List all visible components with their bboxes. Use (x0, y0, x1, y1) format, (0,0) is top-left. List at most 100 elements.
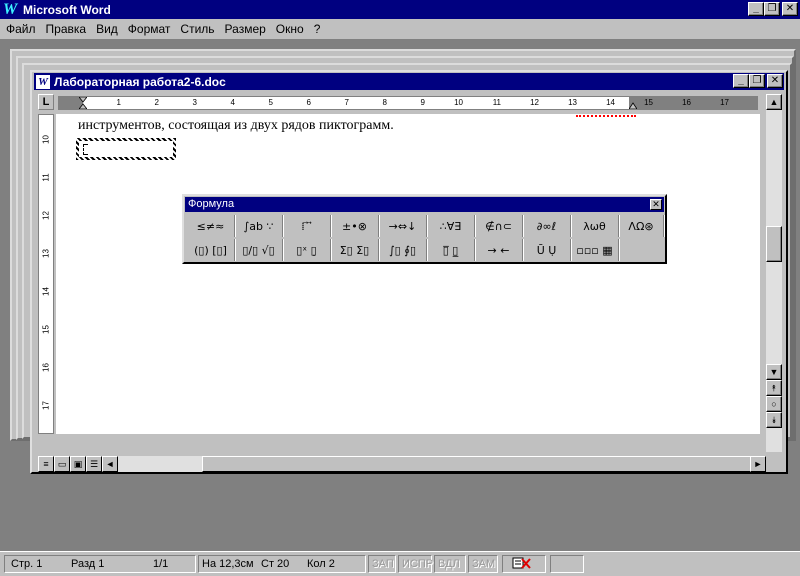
ruler-number: 14 (41, 287, 51, 296)
status-section: Разд 1 (71, 558, 105, 570)
ruler-number: 14 (606, 98, 615, 107)
ruler-number: 12 (41, 211, 51, 220)
menu-style[interactable]: Стиль (175, 22, 219, 36)
scroll-down-button[interactable]: ▼ (766, 364, 782, 380)
menu-file[interactable]: Файл (1, 22, 41, 36)
fences-template-button[interactable]: (▯) [▯] (187, 239, 235, 261)
relations-palette-button[interactable]: ≤≠≈ (187, 215, 235, 237)
spelling-status-icon[interactable] (511, 556, 533, 570)
document-title: Лабораторная работа2-6.doc (54, 74, 226, 89)
normal-view-button[interactable]: ≡ (38, 456, 54, 472)
document-titlebar[interactable]: W Лабораторная работа2-6.doc _ ❐ ✕ (34, 73, 784, 90)
status-track-changes[interactable]: ИСПР (398, 555, 433, 573)
next-page-button[interactable]: ⯯ (766, 412, 782, 428)
products-template-button[interactable]: Ū Ụ (523, 239, 571, 261)
embellishments-palette-button[interactable]: ⁞ ⃗ ⃗ (283, 215, 331, 237)
menu-window[interactable]: Окно (271, 22, 309, 36)
arrows-palette-button[interactable]: →⇔↓ (379, 215, 427, 237)
scroll-right-button[interactable]: ► (750, 456, 766, 472)
formula-templates-row: (▯) [▯] ▯/▯ √▯ ▯ˣ ▯̣ Σ▯ Σ▯ ∫▯ ∮▯ ▯̅ ▯̲ →… (187, 239, 619, 261)
status-at: На 12,3см (202, 558, 254, 570)
status-record-macro[interactable]: ЗАП (368, 555, 396, 573)
document-icon[interactable]: W (36, 74, 50, 89)
formula-toolbar-close-button[interactable]: ✕ (650, 199, 662, 210)
ruler-number: 17 (41, 401, 51, 410)
doc-minimize-button[interactable]: _ (733, 74, 749, 88)
ruler-number: 11 (492, 98, 501, 107)
vertical-ruler[interactable]: 10 11 12 13 14 15 16 17 (38, 114, 54, 434)
menu-view[interactable]: Вид (91, 22, 123, 36)
status-cursor-cell[interactable]: На 12,3см Ст 20 Кол 2 (198, 555, 366, 573)
set-theory-palette-button[interactable]: ∉∩⊂ (475, 215, 523, 237)
mdi-workspace: W Лабораторная работа2-6.doc _ ❐ ✕ L 1 2… (0, 39, 800, 551)
equation-object[interactable] (76, 138, 176, 160)
script-template-button[interactable]: ▯ˣ ▯̣ (283, 239, 331, 261)
status-pages: 1/1 (153, 558, 169, 570)
matrix-template-button[interactable]: ▫▫▫ ▦ (571, 239, 619, 261)
status-empty-cell (550, 555, 584, 573)
ruler-number: 16 (41, 363, 51, 372)
formula-toolbar-title-text: Формула (188, 198, 235, 210)
doc-restore-button[interactable]: ❐ (749, 74, 765, 88)
minimize-button[interactable]: _ (748, 2, 764, 16)
formula-toolbar-title[interactable]: Формула ✕ (185, 197, 664, 212)
labeled-arrow-template-button[interactable]: → ← (475, 239, 523, 261)
misc-symbols-palette-button[interactable]: ∂∞ℓ (523, 215, 571, 237)
menu-format[interactable]: Формат (123, 22, 176, 36)
statusbar: Стр. 1 Разд 1 1/1 На 12,3см Ст 20 Кол 2 … (0, 551, 800, 576)
greek-upper-palette-button[interactable]: ΛΩ⊛ (619, 215, 664, 237)
restore-button[interactable]: ❐ (764, 2, 780, 16)
horizontal-scrollbar[interactable]: ≡ ▭ ▣ ☰ ◄ ► (38, 456, 766, 472)
document-window: W Лабораторная работа2-6.doc _ ❐ ✕ L 1 2… (30, 70, 788, 474)
status-page: Стр. 1 (11, 558, 43, 570)
outline-view-button[interactable]: ☰ (86, 456, 102, 472)
prev-page-button[interactable]: ⯭ (766, 380, 782, 396)
word-logo-icon: W (3, 0, 18, 18)
doc-close-button[interactable]: ✕ (767, 74, 783, 88)
ruler-number: 15 (644, 98, 653, 107)
integral-template-button[interactable]: ∫▯ ∮▯ (379, 239, 427, 261)
select-browse-object-button[interactable]: ○ (766, 396, 782, 412)
status-position-cell[interactable]: Стр. 1 Разд 1 1/1 (4, 555, 196, 573)
status-overtype[interactable]: ЗАМ (468, 555, 498, 573)
app-title: Microsoft Word (23, 2, 111, 17)
page-layout-view-button[interactable]: ▣ (70, 456, 86, 472)
web-layout-view-button[interactable]: ▭ (54, 456, 70, 472)
tab-stop-selector[interactable]: L (38, 94, 54, 110)
vertical-scroll-thumb[interactable] (766, 226, 782, 262)
menu-size[interactable]: Размер (220, 22, 271, 36)
summation-template-button[interactable]: Σ▯ Σ▯ (331, 239, 379, 261)
ruler-number: 13 (568, 98, 577, 107)
ruler-number: 10 (454, 98, 463, 107)
scroll-left-button[interactable]: ◄ (102, 456, 118, 472)
ruler-number: 17 (720, 98, 729, 107)
ruler-number: 16 (682, 98, 691, 107)
bar-template-button[interactable]: ▯̅ ▯̲ (427, 239, 475, 261)
formula-symbols-row: ≤≠≈ ∫ab ∵ ⁞ ⃗ ⃗ ±•⊗ →⇔↓ ∴∀∃ ∉∩⊂ ∂∞ℓ λωθ … (187, 215, 664, 237)
ruler-number: 6 (306, 98, 311, 107)
spelling-mark (576, 114, 636, 117)
document-window-controls: _ ❐ ✕ (733, 74, 783, 88)
operators-palette-button[interactable]: ±•⊗ (331, 215, 379, 237)
menu-edit[interactable]: Правка (41, 22, 92, 36)
scroll-up-button[interactable]: ▲ (766, 94, 782, 110)
horizontal-ruler[interactable]: 1 2 3 4 5 6 7 8 9 10 11 12 13 14 15 16 1… (58, 96, 758, 110)
horizontal-scroll-thumb[interactable] (202, 456, 757, 472)
vertical-scrollbar[interactable]: ▲ ▼ ⯭ ○ ⯯ (766, 94, 782, 452)
document-text-line[interactable]: инструментов, состоящая из двух рядов пи… (78, 118, 394, 134)
ruler-number: 12 (530, 98, 539, 107)
document-page[interactable]: инструментов, состоящая из двух рядов пи… (56, 114, 760, 434)
fraction-radical-template-button[interactable]: ▯/▯ √▯ (235, 239, 283, 261)
menu-help[interactable]: ? (309, 22, 326, 36)
ruler-number: 7 (344, 98, 349, 107)
ruler-number: 4 (230, 98, 235, 107)
spaces-ellipses-palette-button[interactable]: ∫ab ∵ (235, 215, 283, 237)
logic-palette-button[interactable]: ∴∀∃ (427, 215, 475, 237)
ruler-number: 3 (192, 98, 197, 107)
status-extend-selection[interactable]: ВДЛ (434, 555, 466, 573)
equation-slot[interactable] (83, 144, 88, 155)
status-spelling-cell[interactable] (502, 555, 546, 573)
greek-lower-palette-button[interactable]: λωθ (571, 215, 619, 237)
close-button[interactable]: ✕ (782, 2, 798, 16)
status-line: Ст 20 (261, 558, 290, 570)
